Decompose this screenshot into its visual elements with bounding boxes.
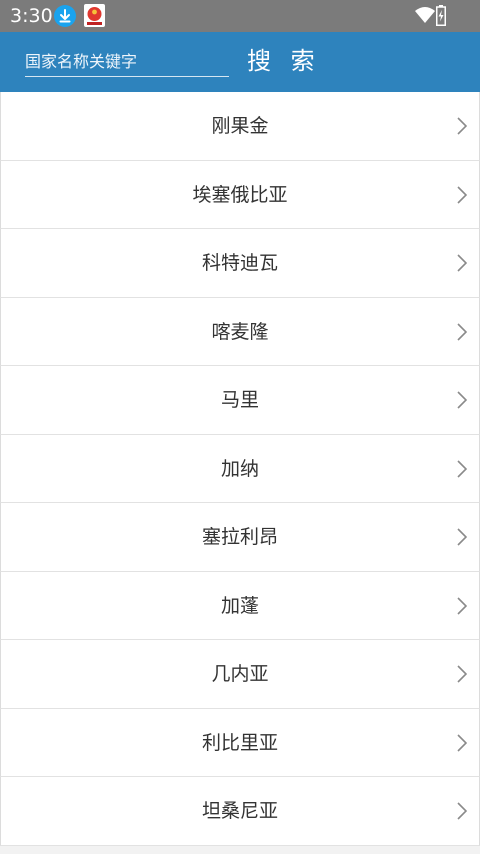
chevron-right-icon xyxy=(457,459,467,478)
country-row-drc[interactable]: 刚果金 xyxy=(0,92,480,161)
country-row-cote-divoire[interactable]: 科特迪瓦 xyxy=(0,229,480,298)
chevron-right-icon xyxy=(457,185,467,204)
wifi-icon xyxy=(414,6,436,28)
country-name: 塞拉利昂 xyxy=(201,526,278,548)
country-row-ethiopia[interactable]: 埃塞俄比亚 xyxy=(0,160,480,229)
country-row-ghana[interactable]: 加纳 xyxy=(0,434,480,503)
chevron-right-icon xyxy=(457,596,467,615)
chevron-right-icon xyxy=(457,322,467,341)
app-notification-icon xyxy=(84,4,105,27)
download-icon xyxy=(54,5,76,27)
country-name: 加纳 xyxy=(220,457,259,480)
country-list: 刚果金 埃塞俄比亚 科特迪瓦 喀麦隆 马里 加纳 塞拉利昂 加蓬 几内亚 利比里… xyxy=(0,92,480,854)
search-button[interactable]: 搜 索 xyxy=(247,44,321,78)
country-name: 利比里亚 xyxy=(201,731,278,754)
search-header: 搜 索 xyxy=(0,32,480,92)
country-row-liberia[interactable]: 利比里亚 xyxy=(0,708,480,777)
country-row-mali[interactable]: 马里 xyxy=(0,366,480,435)
country-row-guinea[interactable]: 几内亚 xyxy=(0,640,480,709)
chevron-right-icon xyxy=(457,391,467,409)
country-row-gabon[interactable]: 加蓬 xyxy=(0,571,480,640)
chevron-right-icon xyxy=(457,733,467,752)
country-name: 加蓬 xyxy=(220,594,259,617)
country-row-sierra-leone[interactable]: 塞拉利昂 xyxy=(0,503,480,572)
country-name: 刚果金 xyxy=(211,115,269,137)
country-name: 马里 xyxy=(220,389,259,411)
country-name: 埃塞俄比亚 xyxy=(192,183,288,206)
chevron-right-icon xyxy=(457,665,467,683)
status-bar: 3:30 xyxy=(0,0,480,32)
country-name: 喀麦隆 xyxy=(211,320,269,343)
country-search-input[interactable] xyxy=(25,47,229,77)
country-row-cameroon[interactable]: 喀麦隆 xyxy=(0,297,480,366)
chevron-right-icon xyxy=(457,117,467,135)
country-name: 几内亚 xyxy=(211,663,269,685)
status-time: 3:30 xyxy=(10,5,53,27)
chevron-right-icon xyxy=(457,528,467,546)
battery-charging-icon xyxy=(436,5,446,30)
country-name: 坦桑尼亚 xyxy=(201,800,278,822)
country-row-tanzania[interactable]: 坦桑尼亚 xyxy=(0,777,480,846)
country-name: 科特迪瓦 xyxy=(201,252,278,274)
chevron-right-icon xyxy=(457,802,467,820)
chevron-right-icon xyxy=(457,254,467,272)
